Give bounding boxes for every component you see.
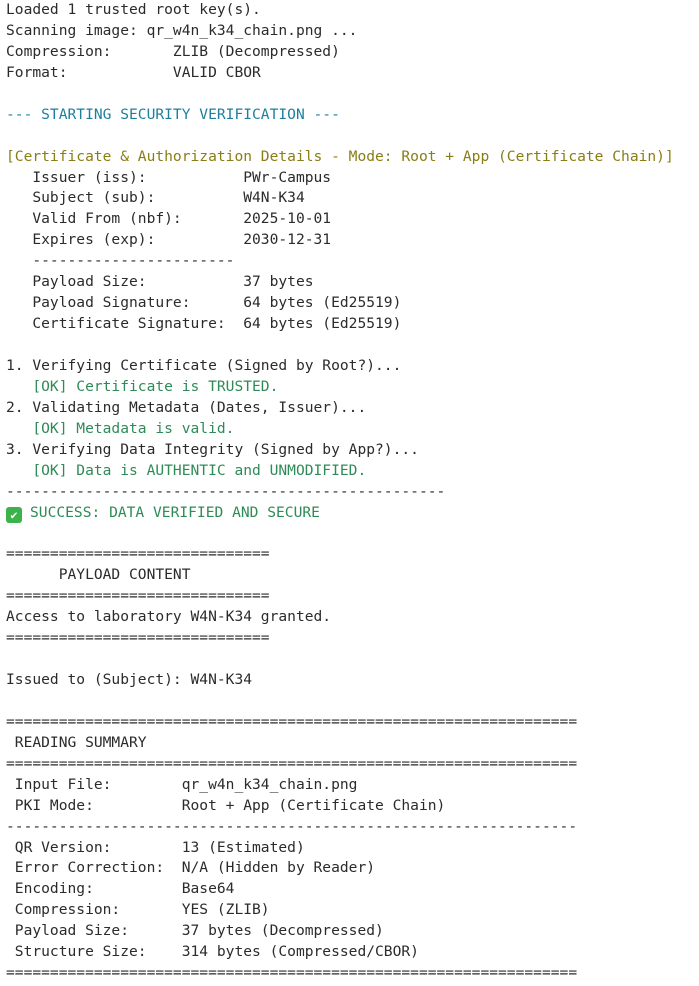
terminal-line-text: Loaded 1 trusted root key(s). <box>6 1 261 18</box>
terminal-line: Structure Size: 314 bytes (Compressed/CB… <box>6 942 699 963</box>
terminal-line-text: --- STARTING SECURITY VERIFICATION --- <box>6 105 340 123</box>
terminal-line-text: Certificate Signature: 64 bytes (Ed25519… <box>6 315 402 333</box>
terminal-line-text: Encoding: Base64 <box>6 880 235 898</box>
terminal-line-text: Access to laboratory W4N-K34 granted. <box>6 608 332 626</box>
terminal-line: Access to laboratory W4N-K34 granted. <box>6 607 699 628</box>
terminal-line-text: Payload Size: 37 bytes (Decompressed) <box>6 922 384 940</box>
terminal-line-text: QR Version: 13 (Estimated) <box>6 838 305 856</box>
terminal-line: ========================================… <box>6 963 699 984</box>
terminal-line: [OK] Data is AUTHENTIC and UNMODIFIED. <box>6 461 699 482</box>
terminal-line: Expires (exp): 2030-12-31 <box>6 230 699 251</box>
terminal-line: --- STARTING SECURITY VERIFICATION --- <box>6 105 699 126</box>
terminal-line-text: ============================== <box>6 545 270 563</box>
terminal-line-text: ----------------------- <box>6 252 235 270</box>
terminal-line-text: Compression: ZLIB (Decompressed) <box>6 42 340 60</box>
terminal-line: 1. Verifying Certificate (Signed by Root… <box>6 356 699 377</box>
terminal-line-text: Subject (sub): W4N-K34 <box>6 189 305 207</box>
terminal-line: PKI Mode: Root + App (Certificate Chain) <box>6 796 699 817</box>
terminal-line: Input File: qr_w4n_k34_chain.png <box>6 775 699 796</box>
terminal-line-text: PKI Mode: Root + App (Certificate Chain) <box>6 796 446 814</box>
terminal-line: ============================== <box>6 544 699 565</box>
terminal-line: [OK] Metadata is valid. <box>6 419 699 440</box>
terminal-line-text: Expires (exp): 2030-12-31 <box>6 231 332 249</box>
terminal-line: Loaded 1 trusted root key(s). <box>6 0 699 21</box>
terminal-line: Certificate Signature: 64 bytes (Ed25519… <box>6 314 699 335</box>
terminal-line: ============================== <box>6 586 699 607</box>
terminal-line: 2. Validating Metadata (Dates, Issuer)..… <box>6 398 699 419</box>
terminal-line: [OK] Certificate is TRUSTED. <box>6 377 699 398</box>
terminal-line-text: Compression: YES (ZLIB) <box>6 901 270 919</box>
terminal-line: ========================================… <box>6 712 699 733</box>
terminal-line: Issuer (iss): PWr-Campus <box>6 168 699 189</box>
terminal-line: Subject (sub): W4N-K34 <box>6 188 699 209</box>
terminal-line: 3. Verifying Data Integrity (Signed by A… <box>6 440 699 461</box>
terminal-line: Error Correction: N/A (Hidden by Reader) <box>6 858 699 879</box>
terminal-line-text: Scanning image: qr_w4n_k34_chain.png ... <box>6 21 358 39</box>
terminal-line: PAYLOAD CONTENT <box>6 565 699 586</box>
terminal-line-text: [OK] Certificate is TRUSTED. <box>6 377 279 395</box>
terminal-line: QR Version: 13 (Estimated) <box>6 838 699 859</box>
terminal-line: Valid From (nbf): 2025-10-01 <box>6 209 699 230</box>
terminal-output[interactable]: Loaded 1 trusted root key(s). Scanning im… <box>0 0 699 986</box>
terminal-line: READING SUMMARY <box>6 733 699 754</box>
terminal-line: Payload Signature: 64 bytes (Ed25519) <box>6 293 699 314</box>
terminal-line-text: Issued to (Subject): W4N-K34 <box>6 671 253 688</box>
terminal-line-text: Structure Size: 314 bytes (Compressed/CB… <box>6 943 419 961</box>
terminal-line-text: SUCCESS: DATA VERIFIED AND SECURE <box>30 503 320 521</box>
terminal-line: Compression: ZLIB (Decompressed) <box>6 42 699 63</box>
terminal-line-text: 2. Validating Metadata (Dates, Issuer)..… <box>6 398 367 416</box>
terminal-line: Compression: YES (ZLIB) <box>6 900 699 921</box>
terminal-line: Format: VALID CBOR <box>6 63 699 84</box>
terminal-line-text: ============================== <box>6 587 270 605</box>
terminal-line: ----------------------- <box>6 251 699 272</box>
terminal-line: Issued to (Subject): W4N-K34 <box>6 670 699 691</box>
terminal-line-text: [Certificate & Authorization Details - M… <box>6 147 674 165</box>
check-mark-icon: ✔ <box>6 506 22 523</box>
terminal-line-text: Issuer (iss): PWr-Campus <box>6 168 332 186</box>
terminal-line: [Certificate & Authorization Details - M… <box>6 147 699 168</box>
terminal-line-text: 3. Verifying Data Integrity (Signed by A… <box>6 440 419 458</box>
terminal-line: Scanning image: qr_w4n_k34_chain.png ... <box>6 21 699 42</box>
terminal-line: ✔ SUCCESS: DATA VERIFIED AND SECURE <box>6 503 699 524</box>
terminal-line-text: [OK] Metadata is valid. <box>6 419 235 437</box>
terminal-line-text: Format: VALID CBOR <box>6 63 261 81</box>
terminal-line: ============================== <box>6 628 699 649</box>
terminal-line: Encoding: Base64 <box>6 879 699 900</box>
terminal-line-text: ========================================… <box>6 754 578 772</box>
terminal-line-text: ----------------------------------------… <box>6 482 446 500</box>
terminal-line: ----------------------------------------… <box>6 482 699 503</box>
terminal-line-text: Payload Size: 37 bytes <box>6 273 314 291</box>
terminal-line-text: Error Correction: N/A (Hidden by Reader) <box>6 859 376 877</box>
terminal-line-text: ========================================… <box>6 712 578 730</box>
terminal-line-text: ========================================… <box>6 964 578 982</box>
terminal-line: Payload Size: 37 bytes <box>6 272 699 293</box>
terminal-line-text: ============================== <box>6 629 270 647</box>
terminal-line-text: Valid From (nbf): 2025-10-01 <box>6 210 332 228</box>
terminal-line-text: READING SUMMARY <box>6 733 147 751</box>
terminal-line-text: [OK] Data is AUTHENTIC and UNMODIFIED. <box>6 461 367 479</box>
terminal-line-text: ----------------------------------------… <box>6 817 578 835</box>
terminal-line-text: Payload Signature: 64 bytes (Ed25519) <box>6 294 402 312</box>
terminal-line-text: Input File: qr_w4n_k34_chain.png <box>6 775 358 793</box>
terminal-line-text: PAYLOAD CONTENT <box>6 566 191 584</box>
terminal-line: Payload Size: 37 bytes (Decompressed) <box>6 921 699 942</box>
terminal-line-text: 1. Verifying Certificate (Signed by Root… <box>6 356 402 374</box>
terminal-line: ========================================… <box>6 754 699 775</box>
terminal-line: ----------------------------------------… <box>6 817 699 838</box>
